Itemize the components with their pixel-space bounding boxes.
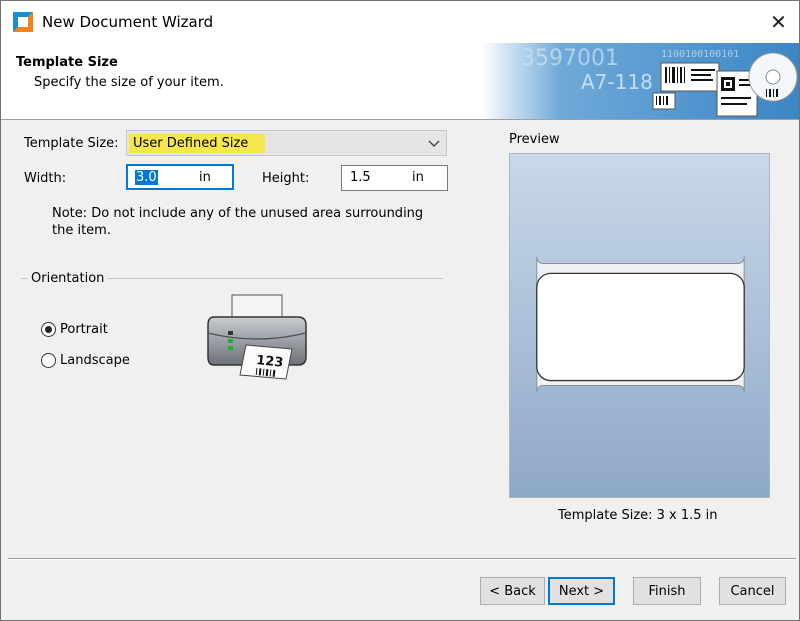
banner-text-2: A7-118 <box>581 70 653 94</box>
banner-text-3: 1100100100101 <box>661 49 739 60</box>
chevron-down-icon <box>428 140 440 147</box>
orientation-group-label: Orientation <box>28 271 108 286</box>
title-bar: New Document Wizard ✕ <box>1 1 799 43</box>
close-icon: ✕ <box>770 10 787 34</box>
close-button[interactable]: ✕ <box>758 1 799 43</box>
radio-selected-dot <box>45 326 52 333</box>
template-size-select[interactable]: User Defined Size <box>126 130 447 156</box>
width-label: Width: <box>24 171 67 186</box>
size-note: Note: Do not include any of the unused a… <box>52 206 424 238</box>
template-size-label: Template Size: <box>24 136 119 151</box>
landscape-radio[interactable] <box>41 353 56 368</box>
template-size-value: User Defined Size <box>129 134 265 153</box>
width-value: 3.0 <box>135 170 158 185</box>
banner-text-1: 3597001 <box>521 46 619 71</box>
printer-label-text: 123 <box>255 353 284 371</box>
landscape-label[interactable]: Landscape <box>60 353 130 368</box>
printer-icon: 123 <box>207 294 307 380</box>
portrait-label[interactable]: Portrait <box>60 322 108 337</box>
cancel-button[interactable]: Cancel <box>719 577 786 605</box>
page-title: Template Size <box>16 55 118 70</box>
finish-button[interactable]: Finish <box>633 577 701 605</box>
height-unit: in <box>412 170 424 185</box>
header-banner-image: 3597001 A7-118 1100100100101 <box>481 43 799 119</box>
wizard-window: New Document Wizard ✕ Template Size Spec… <box>0 0 800 621</box>
wizard-app-icon <box>13 12 33 32</box>
back-button[interactable]: < Back <box>480 577 545 605</box>
wizard-header: Template Size Specify the size of your i… <box>1 43 799 120</box>
height-label: Height: <box>262 171 310 186</box>
preview-label: Preview <box>509 132 560 147</box>
portrait-radio[interactable] <box>41 322 56 337</box>
preview-panel <box>509 153 770 498</box>
height-value: 1.5 <box>350 170 371 185</box>
width-unit: in <box>199 170 211 185</box>
page-subtitle: Specify the size of your item. <box>34 75 224 90</box>
template-size-summary: Template Size: 3 x 1.5 in <box>558 508 718 523</box>
height-input[interactable]: 1.5 in <box>341 165 448 191</box>
window-title: New Document Wizard <box>42 13 214 31</box>
next-button[interactable]: Next > <box>548 577 615 605</box>
width-input[interactable]: 3.0 in <box>126 164 234 190</box>
